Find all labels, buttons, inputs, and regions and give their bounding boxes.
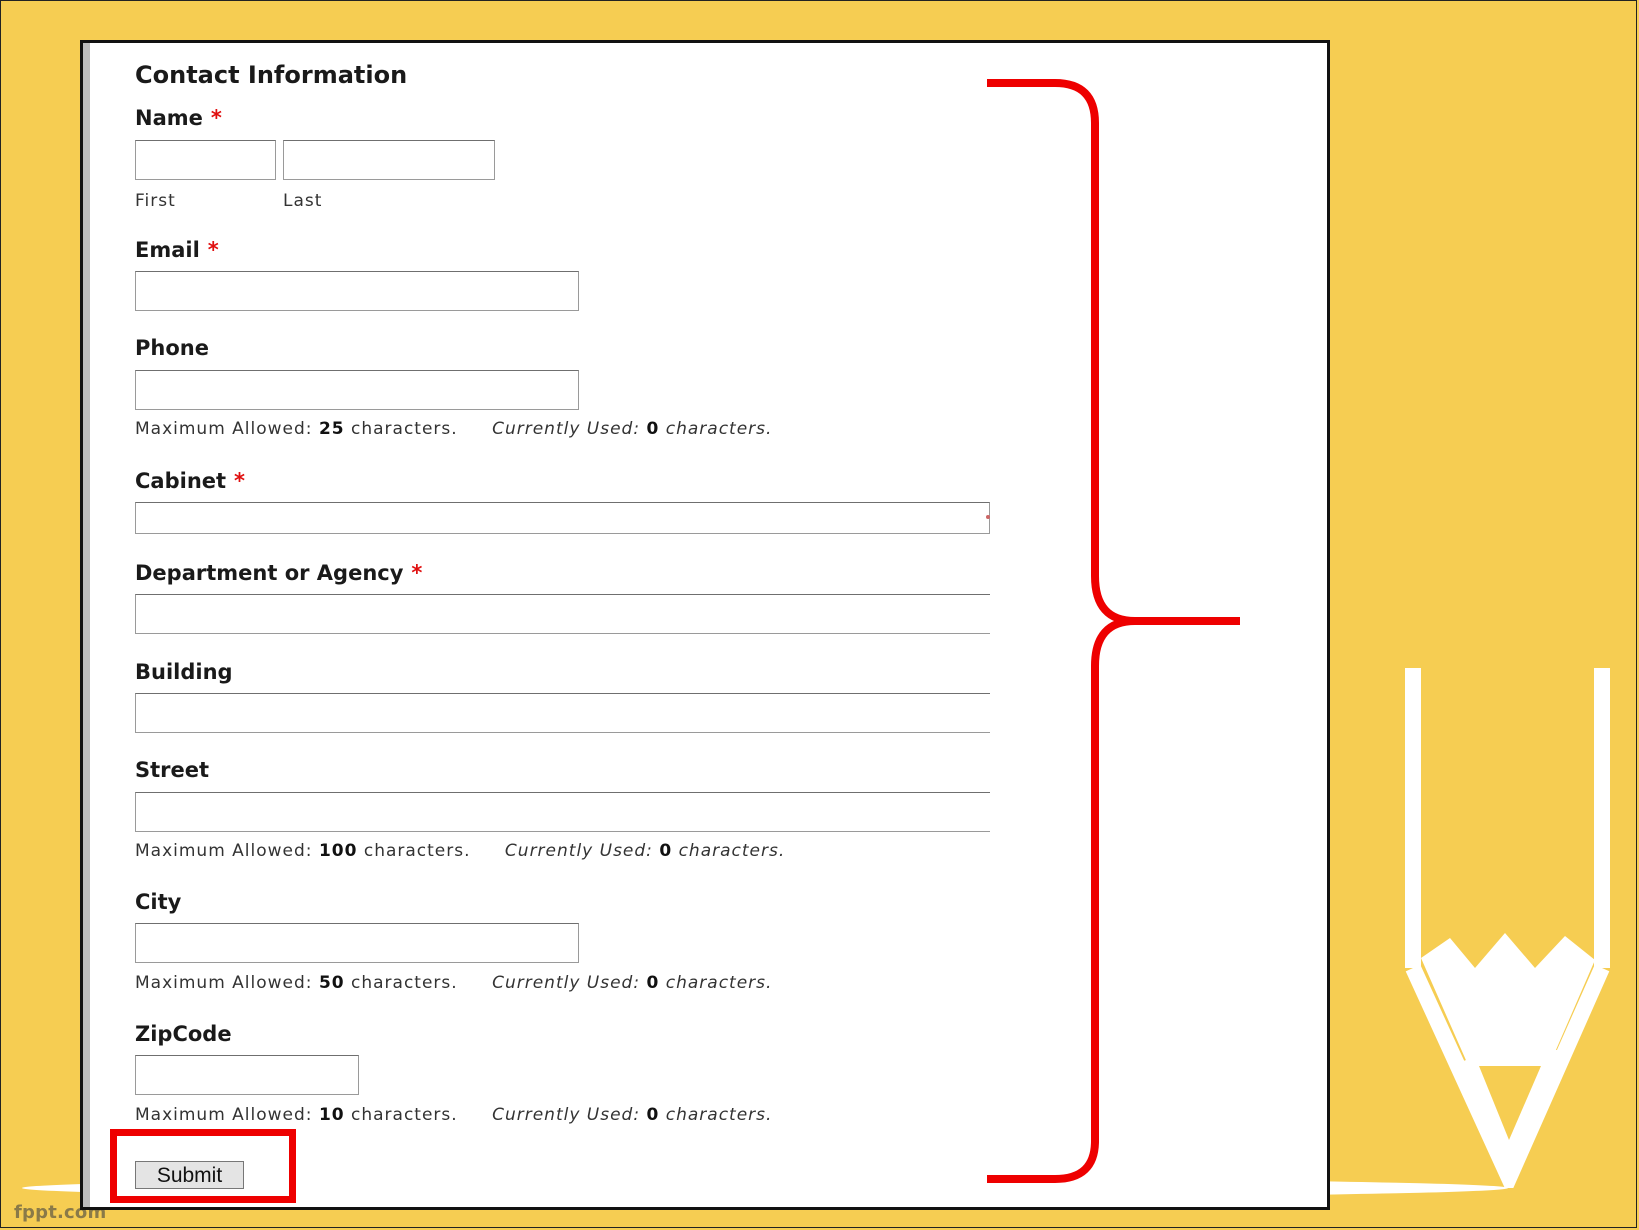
required-marker: * xyxy=(234,469,246,493)
cabinet-label-text: Cabinet xyxy=(135,469,227,493)
hint-max-prefix: Maximum Allowed: xyxy=(135,1105,313,1125)
hint-used-prefix: Currently Used: xyxy=(492,419,641,439)
required-marker: * xyxy=(207,238,219,262)
phone-label: Phone xyxy=(135,336,209,360)
curly-brace-annotation xyxy=(987,79,1240,1183)
cabinet-label: Cabinet * xyxy=(135,469,245,493)
form-title: Contact Information xyxy=(135,61,408,89)
last-name-input[interactable] xyxy=(283,140,495,180)
hint-used-prefix: Currently Used: xyxy=(492,973,641,993)
hint-used-suffix: characters. xyxy=(665,1105,773,1125)
hint-max-value: 25 xyxy=(318,419,345,439)
hint-used-suffix: characters. xyxy=(678,841,786,861)
hint-max-suffix: characters. xyxy=(351,973,458,993)
first-name-input[interactable] xyxy=(135,140,276,180)
hint-used-value: 0 xyxy=(646,419,660,439)
hint-used-prefix: Currently Used: xyxy=(492,1105,641,1125)
zipcode-char-hint: Maximum Allowed: 10 characters. Currentl… xyxy=(135,1105,772,1125)
hint-used-value: 0 xyxy=(646,1105,660,1125)
street-label: Street xyxy=(135,758,210,782)
department-label: Department or Agency * xyxy=(135,561,422,585)
hint-max-suffix: characters. xyxy=(351,1105,458,1125)
email-label: Email * xyxy=(135,238,219,262)
building-label: Building xyxy=(135,660,233,684)
city-char-hint: Maximum Allowed: 50 characters. Currentl… xyxy=(135,973,772,993)
hint-max-prefix: Maximum Allowed: xyxy=(135,973,313,993)
department-label-text: Department or Agency xyxy=(135,561,404,585)
pencil-icon xyxy=(1405,668,1610,1188)
panel-left-rule xyxy=(83,43,90,1207)
hint-max-value: 10 xyxy=(318,1105,345,1125)
first-sublabel: First xyxy=(135,191,176,211)
hint-max-suffix: characters. xyxy=(351,419,458,439)
street-char-hint: Maximum Allowed: 100 characters. Current… xyxy=(135,841,785,861)
hint-max-prefix: Maximum Allowed: xyxy=(135,419,313,439)
hint-max-value: 100 xyxy=(318,841,358,861)
phone-input[interactable] xyxy=(135,370,579,410)
email-input[interactable] xyxy=(135,271,579,311)
city-input[interactable] xyxy=(135,923,579,963)
required-marker: * xyxy=(411,561,423,585)
building-input[interactable] xyxy=(135,693,990,733)
hint-max-value: 50 xyxy=(318,973,345,993)
hint-used-prefix: Currently Used: xyxy=(504,841,653,861)
email-label-text: Email xyxy=(135,238,200,262)
phone-char-hint: Maximum Allowed: 25 characters. Currentl… xyxy=(135,419,772,439)
hint-max-suffix: characters. xyxy=(363,841,471,861)
cabinet-select[interactable] xyxy=(135,502,990,534)
hint-max-prefix: Maximum Allowed: xyxy=(135,841,313,861)
city-label: City xyxy=(135,890,182,914)
hint-used-suffix: characters. xyxy=(665,973,773,993)
last-sublabel: Last xyxy=(283,191,323,211)
hint-used-value: 0 xyxy=(659,841,673,861)
street-input[interactable] xyxy=(135,792,990,832)
zipcode-input[interactable] xyxy=(135,1055,359,1095)
name-label-text: Name xyxy=(135,106,203,130)
hint-used-value: 0 xyxy=(646,973,660,993)
required-marker: * xyxy=(210,106,222,130)
submit-highlight-box xyxy=(110,1129,296,1203)
department-input[interactable] xyxy=(135,594,990,634)
hint-used-suffix: characters. xyxy=(665,419,773,439)
name-label: Name * xyxy=(135,106,222,130)
zipcode-label: ZipCode xyxy=(135,1022,232,1046)
